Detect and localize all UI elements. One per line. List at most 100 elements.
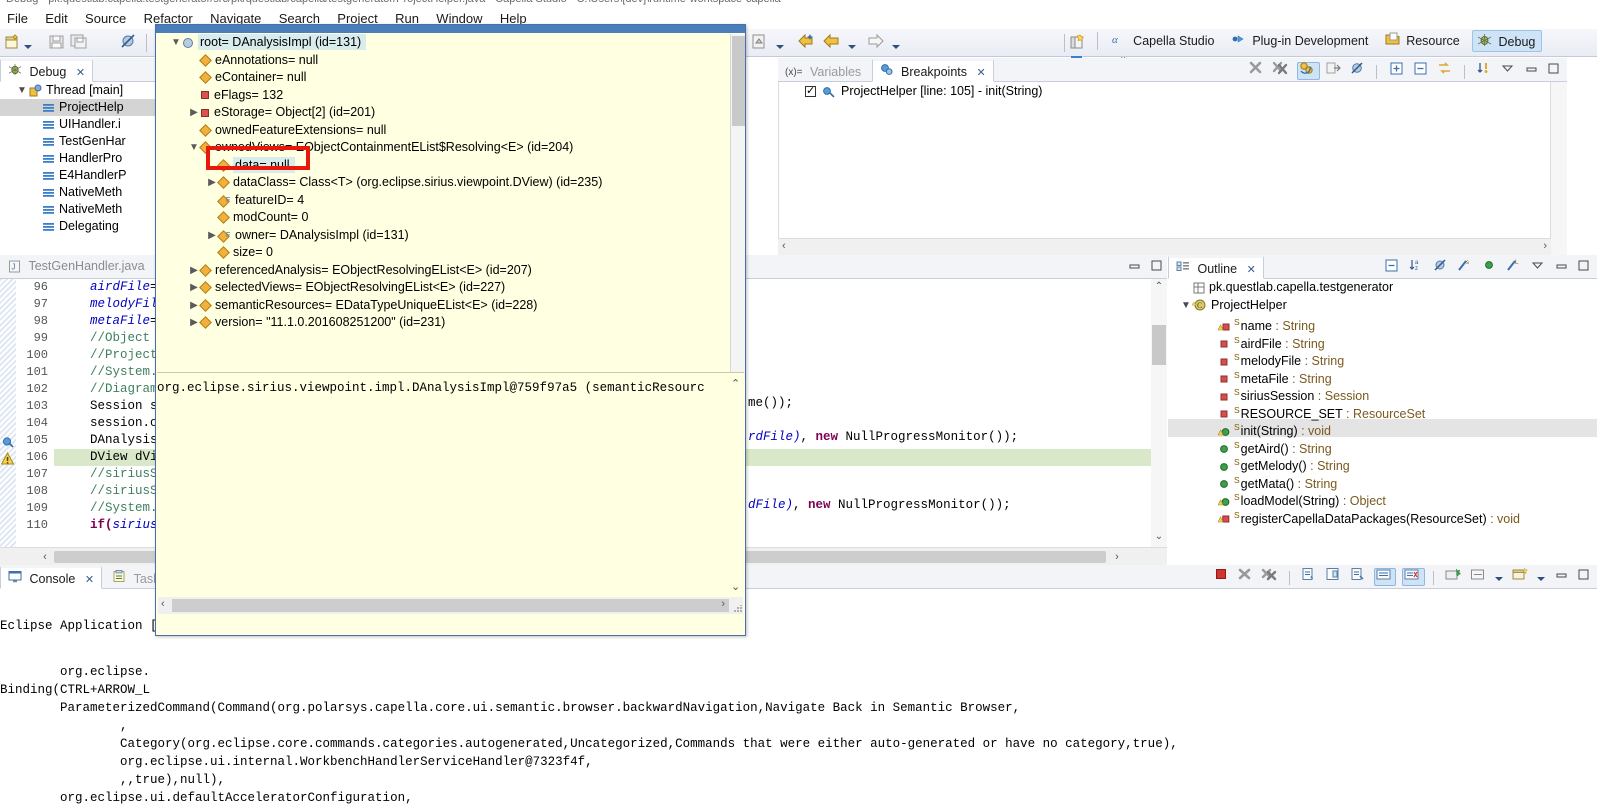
minimize-icon[interactable] (1555, 570, 1571, 584)
remove-launch-icon[interactable] (1237, 568, 1255, 584)
scroll-down-arrow-icon[interactable]: ⌄ (1151, 531, 1167, 545)
new-console-view-icon[interactable] (1445, 568, 1464, 584)
hide-non-public-icon[interactable] (1482, 261, 1500, 275)
outline-row[interactable]: SregisterCapellaDataPackages(ResourceSet… (1168, 507, 1597, 526)
perspective-debug[interactable]: Debug (1472, 30, 1543, 52)
open-console-menu-icon[interactable] (1512, 567, 1531, 584)
open-type-dropdown-icon[interactable] (776, 38, 784, 58)
outline-row[interactable]: SloadModel(String) : Object (1168, 489, 1597, 508)
outline-row[interactable]: ▼ C ProjectHelper (1168, 297, 1597, 315)
inspect-tree-row[interactable]: size= 0 (157, 244, 729, 262)
inspect-popup-detail-scrollbar[interactable]: ⌃ ⌄ (729, 373, 744, 615)
debug-tree-row[interactable]: E4HandlerP (0, 167, 157, 184)
menu-source[interactable]: Source (78, 8, 133, 29)
debug-tree-row[interactable]: ProjectHelp (0, 99, 157, 116)
breakpoints-vertical-scrollbar[interactable] (1551, 82, 1567, 255)
twisty-icon[interactable]: ▼ (169, 34, 183, 52)
inspect-tree-row[interactable]: ▶ referencedAnalysis= EObjectResolvingELi… (157, 262, 729, 280)
warning-marker-icon[interactable] (0, 451, 15, 466)
outline-row[interactable]: SRESOURCE_SET : ResourceSet (1168, 402, 1597, 421)
editor-tab-testgenhandler[interactable]: J TestGenHandler.java (0, 255, 153, 278)
maximize-icon[interactable] (1577, 569, 1590, 584)
tab-variables[interactable]: (x)= Variables (778, 61, 868, 84)
next-annotation-icon[interactable] (796, 33, 815, 53)
menu-edit[interactable]: Edit (38, 8, 74, 29)
editor-vertical-scrollbar[interactable]: ⌃ ⌄ (1151, 279, 1167, 547)
editor-gutter[interactable] (0, 279, 16, 547)
forward-dropdown-icon[interactable] (892, 38, 900, 58)
pin-console-icon[interactable] (1350, 568, 1368, 584)
tab-breakpoints[interactable]: Breakpoints ✕ (871, 59, 994, 82)
perspective-plugin-development[interactable]: Plug-in Development (1227, 30, 1375, 52)
inspect-tree-row[interactable]: ▶ dataClass= Class<T> (org.eclipse.sirius… (157, 174, 729, 192)
twisty-icon[interactable]: ▼ (1180, 297, 1192, 315)
close-icon[interactable]: ✕ (76, 67, 85, 79)
minimize-icon[interactable] (1128, 263, 1144, 275)
debug-tree-row[interactable]: ▼ Thread [main] (0, 82, 157, 99)
editor-vscroll-thumb[interactable] (1152, 325, 1166, 365)
tab-debug[interactable]: Debug ✕ (0, 59, 94, 82)
inspect-tree-row[interactable]: modCount= 0 (157, 209, 729, 227)
collapse-all-icon[interactable] (1384, 259, 1402, 275)
outline-row[interactable]: Sinit(String) : void (1168, 419, 1597, 438)
back-icon[interactable] (822, 33, 841, 53)
debug-tree-row[interactable]: HandlerPro (0, 150, 157, 167)
open-console-menu-dropdown-icon[interactable] (1537, 570, 1546, 584)
menu-file[interactable]: File (0, 8, 35, 29)
debug-tree-row[interactable]: UIHandler.i (0, 116, 157, 133)
sort-icon[interactable] (1476, 63, 1494, 78)
scroll-up-arrow-icon[interactable]: ⌃ (731, 377, 740, 390)
debug-stack-tree[interactable]: ▼ Thread [main] ProjectHelp UIHandler.i Test… (0, 82, 157, 255)
breakpoint-checkbox[interactable] (805, 82, 816, 101)
inspect-tree-row[interactable]: ▶ Fowner= DAnalysisImpl (id=131) (157, 227, 729, 245)
inspect-popup-horizontal-scrollbar[interactable]: ‹ › (158, 597, 743, 614)
collapse-all-icon[interactable] (1413, 62, 1431, 78)
scroll-left-arrow-icon[interactable]: ‹ (161, 598, 165, 610)
view-menu-icon[interactable] (1531, 261, 1547, 275)
inspect-tree-row[interactable]: ▶ semanticResources= EDataTypeUniqueEList… (157, 297, 729, 315)
close-icon[interactable]: ✕ (85, 574, 94, 586)
inspect-tree-row[interactable]: data= null (157, 156, 729, 175)
inspect-popup-vertical-scrollbar[interactable] (730, 34, 745, 379)
debug-tree-row[interactable]: Delegating (0, 218, 157, 235)
scroll-up-arrow-icon[interactable]: ⌃ (1151, 281, 1167, 295)
forward-icon[interactable] (866, 33, 885, 53)
expand-all-icon[interactable] (1389, 62, 1407, 78)
outline-tree[interactable]: pk.questlab.capella.testgenerator ▼ C Proje… (1168, 279, 1597, 565)
skip-all-breakpoints-icon[interactable] (120, 33, 137, 53)
debug-tree-row[interactable]: TestGenHar (0, 133, 157, 150)
inspect-tree-row[interactable]: ▶ eStorage= Object[2] (id=201) (157, 104, 729, 122)
scroll-down-arrow-icon[interactable]: ⌄ (731, 580, 740, 593)
inspect-tree-row[interactable]: ▼ root= DAnalysisImpl (id=131) (157, 34, 729, 52)
display-selected-console-icon[interactable] (1325, 568, 1343, 584)
maximize-icon[interactable] (1150, 260, 1163, 275)
scroll-right-arrow-icon[interactable]: › (1110, 550, 1124, 564)
inspect-tree-row[interactable]: eFlags= 132 (157, 87, 729, 105)
scroll-lock-icon[interactable] (1373, 568, 1397, 586)
outline-row[interactable]: pk.questlab.capella.testgenerator (1168, 279, 1597, 297)
breakpoint-marker-icon[interactable] (1, 434, 15, 449)
skip-all-breakpoints-icon[interactable] (1350, 62, 1368, 78)
inspect-tree-row[interactable]: eContainer= null (157, 69, 729, 87)
view-menu-icon[interactable] (1501, 64, 1517, 78)
maximize-icon[interactable] (1547, 63, 1560, 78)
open-type-icon[interactable] (750, 33, 768, 53)
new-wizard-icon[interactable] (4, 33, 22, 53)
inspect-tree-row[interactable]: ▼ ownedViews= EObjectContainmentEList$Res… (157, 139, 729, 157)
tab-console[interactable]: Console ✕ (0, 566, 103, 589)
terminate-icon[interactable] (1214, 569, 1231, 584)
tab-outline[interactable]: Outline ✕ (1168, 256, 1264, 279)
outline-row[interactable]: SgetMata() : String (1168, 472, 1597, 491)
inspect-tree-row[interactable]: ownedFeatureExtensions= null (157, 122, 729, 140)
outline-row[interactable]: Sname : String (1168, 314, 1597, 333)
inspect-popup-hscroll-thumb[interactable] (172, 599, 729, 612)
open-perspective-icon[interactable] (1065, 30, 1089, 52)
sort-icon[interactable]: a z (1409, 260, 1427, 275)
perspective-capella-studio[interactable]: α Capella Studio (1108, 30, 1221, 52)
remove-breakpoint-icon[interactable] (1248, 61, 1266, 78)
goto-file-icon[interactable] (1326, 62, 1344, 78)
clear-console-icon[interactable] (1402, 568, 1425, 586)
perspective-resource[interactable]: Resource (1381, 30, 1466, 52)
new-wizard-dropdown-icon[interactable] (24, 38, 32, 58)
display-console-dropdown-icon[interactable] (1494, 570, 1503, 584)
